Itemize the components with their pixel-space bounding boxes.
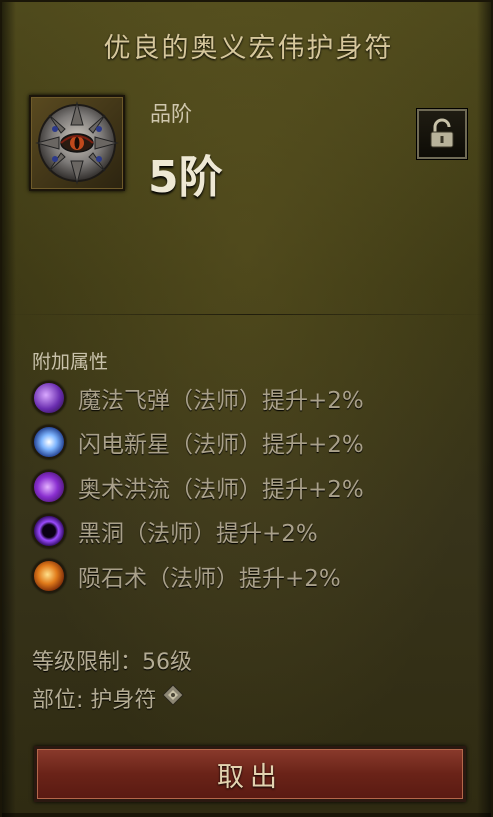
panel-edge-left (2, 2, 16, 817)
section-divider (2, 314, 493, 315)
item-tooltip-panel: 优良的奥义宏伟护身符 品阶 5阶 附加属性 魔法飞弹（法师）提升+2% 闪电新星… (0, 0, 493, 817)
arcane-torrent-icon (32, 470, 66, 504)
panel-edge-right (477, 2, 491, 817)
attribute-row: 闪电新星（法师）提升+2% (32, 424, 364, 460)
attribute-label: 奥术洪流（法师）提升+2% (78, 477, 364, 503)
meteor-icon (32, 559, 66, 593)
frost-nova-icon (32, 425, 66, 459)
attribute-row: 魔法飞弹（法师）提升+2% (32, 380, 364, 416)
amulet-slot-icon (162, 684, 185, 712)
slot-label: 部位: 护身符 (32, 688, 157, 713)
amulet-eye-icon (35, 101, 119, 185)
item-title: 优良的奥义宏伟护身符 (103, 33, 394, 64)
attributes-heading: 附加属性 (32, 351, 109, 373)
attribute-row: 陨石术（法师）提升+2% (32, 558, 341, 594)
attribute-row: 奥术洪流（法师）提升+2% (32, 469, 364, 505)
take-out-button[interactable]: 取出 (34, 746, 466, 802)
attribute-label: 闪电新星（法师）提升+2% (78, 432, 364, 458)
grade-label: 品阶 (150, 102, 192, 126)
attribute-row: 黑洞（法师）提升+2% (32, 513, 318, 549)
black-hole-icon (32, 514, 66, 548)
grade-value: 5阶 (148, 152, 223, 203)
take-out-label: 取出 (217, 761, 283, 793)
item-icon-frame (29, 95, 125, 191)
slot-info: 部位: 护身符 (32, 682, 185, 714)
magic-missile-icon (32, 381, 66, 415)
attribute-label: 陨石术（法师）提升+2% (78, 566, 341, 592)
lock-toggle-button[interactable] (417, 109, 467, 159)
unlocked-padlock-icon (430, 118, 454, 148)
attribute-label: 魔法飞弹（法师）提升+2% (78, 388, 364, 414)
level-requirement: 等级限制：56级 (32, 650, 192, 675)
attribute-label: 黑洞（法师）提升+2% (78, 521, 318, 547)
